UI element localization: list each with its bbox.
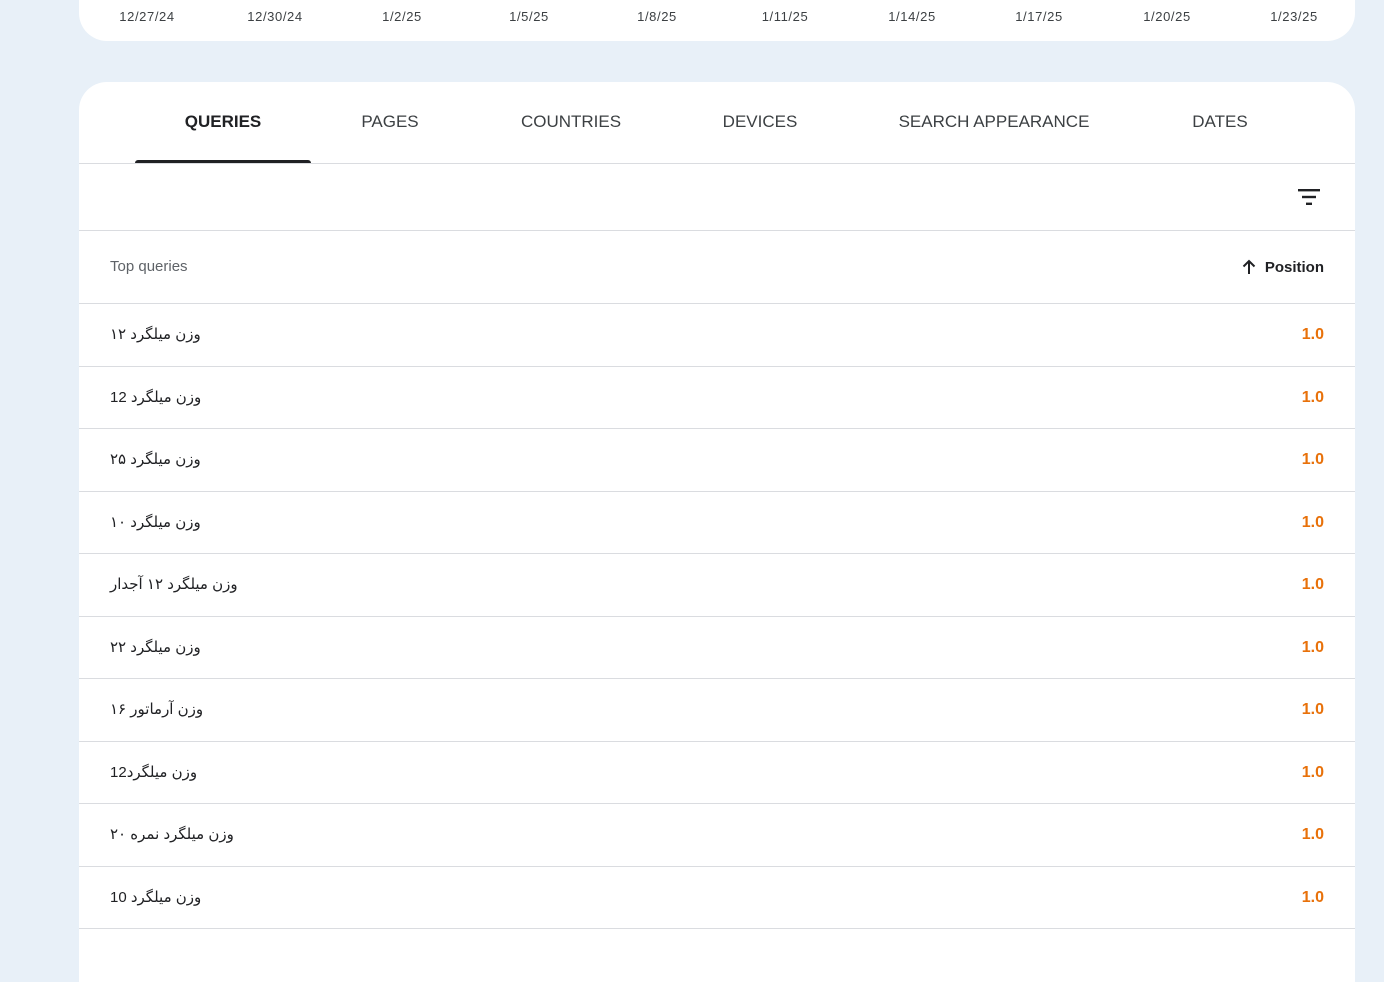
query-cell: وزن میلگرد ۲۲ [110,638,201,656]
position-cell: 1.0 [1301,701,1324,718]
table-row[interactable]: وزن میلگرد 12 1.0 [79,367,1355,429]
query-cell: وزن آرماتور ۱۶ [110,701,204,718]
tab-devices[interactable]: DEVICES [695,82,825,163]
table-row[interactable]: وزن میلگرد ۱۲ آجدار 1.0 [79,554,1355,617]
chart-date-axis: 12/27/24 12/30/24 1/2/25 1/5/25 1/8/25 1… [79,0,1355,41]
position-cell: 1.0 [1301,576,1324,593]
position-cell: 1.0 [1301,388,1324,406]
filter-list-icon [1298,189,1320,205]
query-cell: وزن میلگرد12 [110,763,198,781]
position-header-label: Position [1264,258,1324,276]
table-row[interactable]: وزن میلگرد ۲۲ 1.0 [79,617,1355,679]
tab-pages[interactable]: PAGES [335,82,445,163]
tab-dates[interactable]: DATES [1169,82,1271,163]
table-toolbar [79,164,1355,231]
position-cell: 1.0 [1301,451,1324,468]
date-tick: 1/20/25 [1143,9,1191,24]
table-row[interactable]: وزن میلگرد ۲۵ 1.0 [79,429,1355,492]
date-tick: 1/8/25 [637,9,677,24]
query-cell: وزن میلگرد ۱۲ آجدار [110,576,238,593]
top-queries-header: Top queries [110,258,188,275]
query-cell: وزن میلگرد ۱۰ [110,513,201,531]
arrow-upward-icon [1242,259,1256,274]
dimension-tabs: QUERIES PAGES COUNTRIES DEVICES SEARCH A… [79,82,1355,164]
queries-table-card: QUERIES PAGES COUNTRIES DEVICES SEARCH A… [79,82,1355,982]
date-tick: 1/23/25 [1270,9,1318,24]
tab-countries[interactable]: COUNTRIES [495,82,647,163]
table-row[interactable]: وزن میلگرد ۱۲ 1.0 [79,304,1355,367]
date-tick: 1/14/25 [888,9,936,24]
table-row[interactable]: وزن میلگرد ۱۰ 1.0 [79,492,1355,554]
table-row[interactable]: وزن میلگرد 10 1.0 [79,867,1355,929]
tab-search-appearance[interactable]: SEARCH APPEARANCE [879,82,1109,163]
position-cell: 1.0 [1301,888,1324,906]
performance-chart-card: 12/27/24 12/30/24 1/2/25 1/5/25 1/8/25 1… [79,0,1355,41]
date-tick: 1/11/25 [761,9,809,24]
query-cell: وزن میلگرد ۱۲ [110,326,201,343]
query-cell: وزن میلگرد ۲۵ [110,451,201,468]
date-tick: 1/5/25 [509,9,549,24]
position-cell: 1.0 [1301,326,1324,343]
query-cell: وزن میلگرد 12 [110,388,202,406]
table-row[interactable]: وزن میلگرد نمره ۲۰ 1.0 [79,804,1355,867]
tab-queries[interactable]: QUERIES [135,82,311,163]
position-sort-header[interactable]: Position [1241,231,1324,303]
position-cell: 1.0 [1301,763,1324,781]
table-body: وزن میلگرد ۱۲ 1.0 وزن میلگرد 12 1.0 وزن … [79,304,1355,929]
table-row[interactable]: وزن میلگرد12 1.0 [79,742,1355,804]
position-cell: 1.0 [1301,826,1324,843]
query-cell: وزن میلگرد 10 [110,888,202,906]
date-tick: 12/30/24 [247,9,303,24]
table-row[interactable]: وزن آرماتور ۱۶ 1.0 [79,679,1355,742]
date-tick: 1/17/25 [1015,9,1063,24]
position-cell: 1.0 [1301,513,1324,531]
date-tick: 1/2/25 [382,9,422,24]
table-header-row: Top queries Position [79,231,1355,304]
date-tick: 12/27/24 [119,9,175,24]
query-cell: وزن میلگرد نمره ۲۰ [110,826,234,843]
position-cell: 1.0 [1301,638,1324,656]
filter-rows-button[interactable] [1293,181,1325,213]
